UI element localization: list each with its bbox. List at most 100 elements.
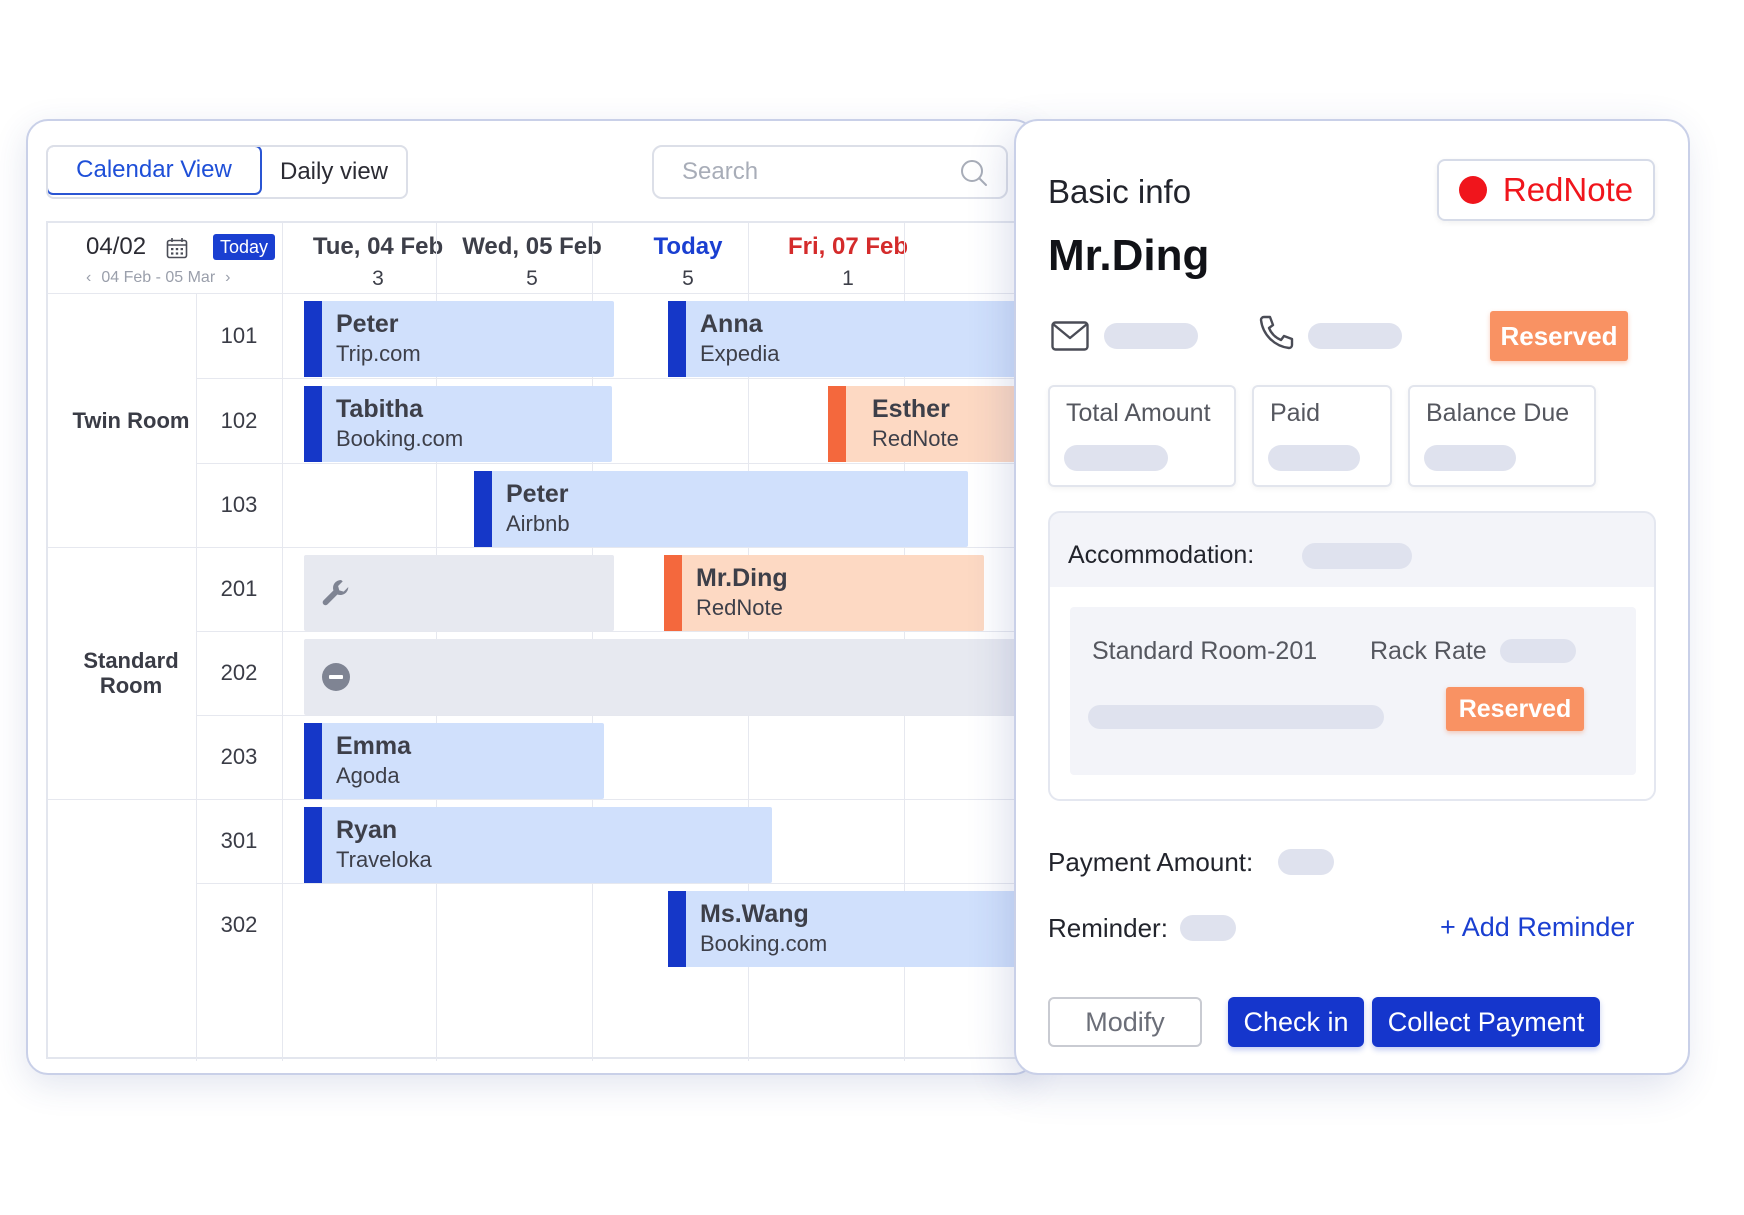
- day-header[interactable]: Fri, 07 Feb 1: [766, 223, 930, 303]
- check-in-button[interactable]: Check in: [1228, 997, 1364, 1047]
- guest-name: Ms.Wang: [700, 900, 809, 928]
- date-navigator: 04/02 Today ‹ 04 Feb - 05 Mar ›: [48, 223, 310, 303]
- booking-source: Trip.com: [336, 341, 421, 366]
- guest-name: Peter: [506, 480, 569, 508]
- day-label: Today: [653, 233, 723, 260]
- payment-amount-placeholder: [1278, 849, 1334, 875]
- booking-block[interactable]: Anna Expedia: [668, 301, 1028, 377]
- prev-range-icon[interactable]: ‹: [86, 269, 91, 287]
- today-button[interactable]: Today: [213, 234, 276, 260]
- minus-circle-icon: [322, 663, 350, 691]
- email-placeholder: [1104, 323, 1198, 349]
- day-header[interactable]: Wed, 05 Feb 5: [454, 223, 610, 303]
- booking-source: Traveloka: [336, 847, 432, 872]
- current-date[interactable]: 04/02: [86, 233, 146, 261]
- room-type-label: Standard Room: [83, 648, 179, 698]
- guest-name-title: Mr.Ding: [1048, 231, 1210, 280]
- date-range: ‹ 04 Feb - 05 Mar ›: [86, 269, 230, 287]
- mail-icon[interactable]: [1051, 321, 1089, 351]
- day-label: Wed, 05 Feb: [462, 233, 602, 260]
- guest-name: Ryan: [336, 816, 398, 844]
- booking-block[interactable]: Peter Airbnb: [474, 471, 968, 547]
- booking-block[interactable]: Emma Agoda: [304, 723, 604, 799]
- accommodation-placeholder: [1302, 543, 1412, 569]
- booking-color-bar: [474, 471, 492, 547]
- day-label: Tue, 04 Feb: [312, 233, 444, 260]
- room-number: 201: [220, 576, 258, 601]
- booking-block[interactable]: Ms.Wang Booking.com: [668, 891, 1028, 967]
- total-amount-card: Total Amount: [1048, 385, 1236, 487]
- collect-payment-button[interactable]: Collect Payment: [1372, 997, 1600, 1047]
- balance-due-placeholder: [1424, 445, 1516, 471]
- wrench-icon: [322, 580, 349, 606]
- calendar-icon[interactable]: [166, 237, 188, 259]
- status-badge: Reserved: [1490, 311, 1628, 361]
- day-header[interactable]: Today 5: [610, 223, 766, 303]
- booking-source: RedNote: [696, 595, 783, 620]
- grid-line: [196, 631, 1034, 632]
- paid-placeholder: [1268, 445, 1360, 471]
- booking-color-bar: [304, 807, 322, 883]
- room-number: 103: [220, 492, 258, 517]
- booking-color-bar: [668, 891, 686, 967]
- room-number: 302: [220, 912, 258, 937]
- add-reminder-link[interactable]: + Add Reminder: [1440, 912, 1634, 943]
- room-number: 203: [220, 744, 258, 769]
- guest-name: Mr.Ding: [696, 564, 788, 592]
- balance-due-card: Balance Due: [1408, 385, 1596, 487]
- day-count: 5: [682, 267, 694, 290]
- paid-card: Paid: [1252, 385, 1392, 487]
- guest-name: Tabitha: [336, 395, 424, 423]
- grid-line: [196, 715, 1034, 716]
- blocked-block[interactable]: [304, 639, 1028, 715]
- view-toggle: Calendar View Daily view: [46, 145, 408, 199]
- day-header[interactable]: Tue, 04 Feb 3: [302, 223, 454, 303]
- guest-name: Emma: [336, 732, 412, 760]
- rate-label: Rack Rate: [1370, 637, 1487, 665]
- day-count: 3: [372, 267, 384, 290]
- guest-name: Esther: [872, 395, 950, 423]
- accommodation-section: Accommodation: Standard Room-201 Rack Ra…: [1048, 511, 1656, 801]
- grid-line: [196, 883, 1034, 884]
- modify-button[interactable]: Modify: [1048, 997, 1202, 1047]
- room-number: 202: [220, 660, 258, 685]
- booking-detail-panel: Basic info RedNote Mr.Ding Reserved Tota…: [1014, 119, 1690, 1075]
- room-dates-placeholder: [1088, 705, 1384, 729]
- room-card[interactable]: Standard Room-201 Rack Rate Reserved: [1070, 607, 1636, 775]
- rate-placeholder: [1500, 639, 1576, 663]
- grid-line: [196, 378, 1034, 379]
- booking-block[interactable]: Mr.Ding RedNote: [664, 555, 984, 631]
- search-icon[interactable]: [960, 159, 988, 187]
- booking-source: RedNote: [872, 426, 959, 451]
- balance-due-label: Balance Due: [1426, 399, 1570, 427]
- room-type-label: Twin Room: [72, 407, 190, 433]
- booking-block[interactable]: Ryan Traveloka: [304, 807, 772, 883]
- room-number: 301: [220, 828, 258, 853]
- guest-name: Peter: [336, 310, 399, 338]
- booking-color-bar: [828, 386, 846, 462]
- room-number: 101: [220, 322, 258, 348]
- daily-view-tab[interactable]: Daily view: [262, 147, 406, 197]
- maintenance-block[interactable]: [304, 555, 614, 631]
- payment-amount-label: Payment Amount:: [1048, 847, 1254, 877]
- day-count: 5: [526, 267, 538, 290]
- booking-block[interactable]: Esther RedNote: [828, 386, 1028, 462]
- booking-block[interactable]: Tabitha Booking.com: [304, 386, 612, 462]
- booking-grid: 04/02 Today ‹ 04 Feb - 05 Mar › Tue, 04 …: [46, 221, 1034, 1061]
- next-range-icon[interactable]: ›: [225, 269, 230, 287]
- day-label: Fri, 07 Feb: [787, 233, 909, 260]
- booking-source: Booking.com: [336, 426, 464, 451]
- day-count: 1: [842, 267, 854, 290]
- date-range-label: 04 Feb - 05 Mar: [101, 269, 216, 286]
- room-type-label: [48, 799, 214, 1059]
- calendar-view-tab[interactable]: Calendar View: [48, 147, 262, 195]
- reminder-placeholder: [1180, 915, 1236, 941]
- phone-icon[interactable]: [1255, 314, 1295, 354]
- room-name: Standard Room-201: [1092, 637, 1318, 665]
- booking-block[interactable]: Peter Trip.com: [304, 301, 614, 377]
- guest-name: Anna: [700, 310, 763, 338]
- search-input[interactable]: [682, 158, 952, 186]
- room-number: 102: [220, 407, 258, 433]
- channel-dot-icon: [1458, 176, 1487, 204]
- booking-color-bar: [664, 555, 682, 631]
